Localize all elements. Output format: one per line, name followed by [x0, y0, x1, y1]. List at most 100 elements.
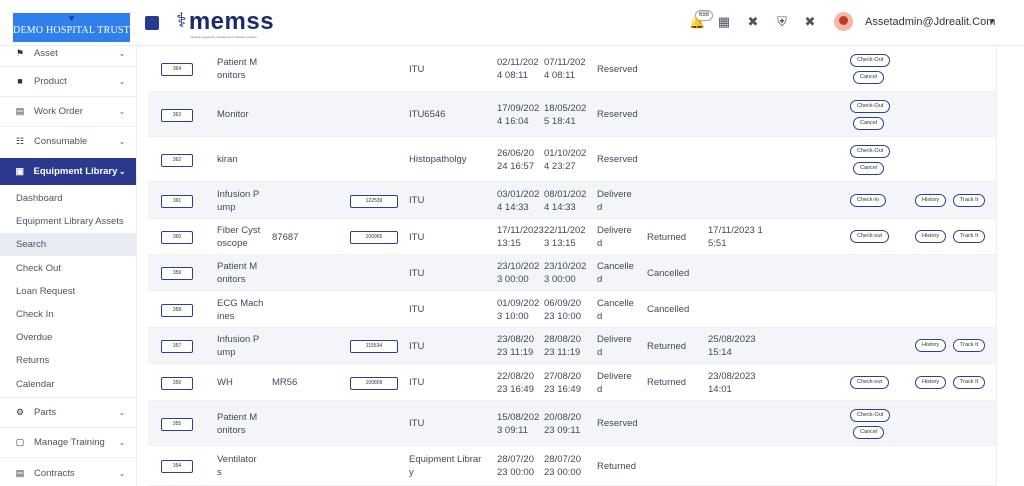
- sidebar-item-asset[interactable]: ⚑ Asset ⌄: [0, 46, 136, 63]
- track-it-button[interactable]: Track It: [953, 339, 986, 352]
- chevron-down-icon[interactable]: ▼: [988, 17, 996, 26]
- check-out-button[interactable]: Check-out: [850, 375, 890, 389]
- sidebar-item-equipment-library[interactable]: ▣ Equipment Library ⌄: [0, 158, 136, 185]
- row-id-box[interactable]: 363: [161, 108, 193, 122]
- history-button[interactable]: History: [915, 339, 947, 352]
- caduceus-icon: ⚕: [176, 10, 187, 32]
- table-row: 363 Monitor ITU6546 17/09/202 4 16:04 18/05/…: [148, 92, 996, 137]
- row-id-box[interactable]: 362: [161, 153, 193, 167]
- cell-status: Delivere d: [597, 188, 632, 213]
- brand-name: memss: [188, 8, 275, 35]
- cell-name: kiran: [217, 154, 238, 165]
- cell-returned: Cancelled: [647, 304, 690, 315]
- cell-status: Cancelle d: [597, 297, 634, 322]
- check-in-button[interactable]: Check-In: [850, 193, 887, 207]
- cancel-button[interactable]: Cancel: [853, 71, 885, 84]
- row-id-box[interactable]: 359: [161, 267, 193, 280]
- equipment-search-results-table: 364 Patient M onitors ITU 02/11/202 4 08:11…: [148, 46, 996, 486]
- subnav-overdue[interactable]: Overdue: [0, 326, 136, 349]
- cell-from: 15/08/202 3 09:11: [497, 411, 540, 436]
- cell-to: 06/09/20 23 10:00: [544, 297, 581, 322]
- cell-to: 23/10/202 3 00:00: [544, 261, 587, 285]
- cell-name: Fiber Cyst oscope: [217, 225, 261, 249]
- chevron-down-icon: ⌄: [118, 468, 126, 478]
- sidebar-item-label: Manage Training: [34, 436, 105, 448]
- user-avatar[interactable]: [834, 12, 853, 31]
- sidebar-item-manage-training[interactable]: ▢ Manage Training ⌄: [0, 431, 136, 453]
- serial-number-box[interactable]: 122539: [350, 194, 398, 208]
- serial-number-box[interactable]: 115534: [350, 340, 398, 353]
- tools-cross-icon[interactable]: ✖: [746, 15, 760, 29]
- sidebar-item-label: Product: [34, 75, 67, 87]
- row-id-box[interactable]: 356: [161, 376, 193, 390]
- subnav-check-in[interactable]: Check In: [0, 303, 136, 326]
- subnav-dashboard[interactable]: Dashboard: [0, 187, 136, 210]
- sidebar-item-label: Consumable: [34, 135, 88, 147]
- table-row: 362 kiran Histopatholgy 26/06/20 24 16:57 01…: [148, 137, 996, 182]
- check-out-button[interactable]: Check-Out: [850, 408, 891, 422]
- check-out-button[interactable]: Check-out: [850, 230, 890, 243]
- user-name[interactable]: Assetadmin@Jdrealit.Com: [865, 16, 995, 28]
- sidebar-item-work-order[interactable]: ▤ Work Order ⌄: [0, 100, 136, 122]
- cancel-button[interactable]: Cancel: [853, 161, 885, 175]
- cell-location: ITU: [409, 195, 425, 206]
- cell-returned: Cancelled: [647, 267, 690, 279]
- brand-logo: ⚕ memss medical equipment management sof…: [176, 8, 275, 40]
- track-it-button[interactable]: Track It: [953, 230, 986, 243]
- check-out-button[interactable]: Check-Out: [850, 54, 891, 67]
- subnav-equipment-library-assets[interactable]: Equipment Library Assets: [0, 210, 136, 233]
- history-button[interactable]: History: [915, 375, 947, 389]
- track-it-button[interactable]: Track It: [953, 193, 986, 207]
- table-row: 355 Patient M onitors ITU 15/08/202 3 09:11…: [148, 401, 996, 446]
- row-id-box[interactable]: 360: [161, 231, 193, 244]
- cell-location: ITU: [409, 340, 425, 352]
- row-id-box[interactable]: 354: [161, 460, 193, 473]
- cell-name: Infusion P ump: [217, 188, 260, 213]
- row-id-box[interactable]: 355: [161, 417, 193, 431]
- menu-toggle-button[interactable]: [145, 16, 159, 30]
- history-button[interactable]: History: [915, 230, 947, 243]
- clipboard-icon[interactable]: ▦: [717, 15, 731, 29]
- notification-count-badge[interactable]: 698: [695, 10, 714, 21]
- serial-number-box[interactable]: 100965: [350, 231, 398, 244]
- row-id-box[interactable]: 357: [161, 340, 193, 353]
- cell-to: 08/01/202 4 14:33: [544, 188, 587, 213]
- row-id-box[interactable]: 364: [161, 63, 193, 76]
- cell-from: 22/08/20 23 16:49: [497, 370, 534, 395]
- sidebar-item-parts[interactable]: ⚙ Parts ⌄: [0, 401, 136, 423]
- row-id-box[interactable]: 361: [161, 194, 193, 208]
- shield-icon[interactable]: ⛨: [775, 15, 789, 29]
- table-row: 358 ECG Mach ines ITU 01/09/202 3 10:00 06/0…: [148, 291, 996, 328]
- subnav-check-out[interactable]: Check Out: [0, 257, 136, 280]
- history-button[interactable]: History: [915, 193, 947, 207]
- cell-status: Reserved: [597, 154, 638, 165]
- hospital-logo[interactable]: ♥ DEMO HOSPITAL TRUST: [13, 13, 130, 42]
- training-icon: ▢: [15, 436, 25, 447]
- sidebar-item-label: Contracts: [34, 467, 75, 479]
- cancel-button[interactable]: Cancel: [853, 425, 885, 439]
- check-out-button[interactable]: Check-Out: [850, 144, 891, 158]
- sidebar-item-consumable[interactable]: ☷ Consumable ⌄: [0, 130, 136, 152]
- sidebar-item-label: Parts: [34, 406, 57, 418]
- row-id-box[interactable]: 358: [161, 303, 193, 317]
- brand-tagline: medical equipment management software so…: [190, 35, 257, 39]
- serial-number-box[interactable]: 100809: [350, 376, 398, 390]
- subnav-returns[interactable]: Returns: [0, 349, 136, 372]
- top-header: ♥ DEMO HOSPITAL TRUST ⚕ memss medical eq…: [0, 0, 1024, 46]
- contracts-icon: ▤: [15, 467, 25, 478]
- sidebar-item-product[interactable]: ■ Product ⌄: [0, 70, 136, 92]
- sidebar-item-contracts[interactable]: ▤ Contracts ⌄: [0, 462, 136, 484]
- cell-name: Ventilator s: [217, 454, 257, 478]
- cell-returned: Returned: [647, 231, 687, 243]
- subnav-search[interactable]: Search: [0, 233, 136, 256]
- cell-from: 26/06/20 24 16:57: [497, 147, 534, 172]
- check-out-button[interactable]: Check-Out: [850, 99, 891, 113]
- track-it-button[interactable]: Track It: [953, 375, 986, 389]
- cell-location: ITU6546: [409, 109, 446, 120]
- subnav-loan-request[interactable]: Loan Request: [0, 280, 136, 303]
- subnav-calendar[interactable]: Calendar: [0, 373, 136, 396]
- scrollbar-track[interactable]: [996, 46, 997, 486]
- wrench-cross-icon[interactable]: ✖: [803, 15, 817, 29]
- cancel-button[interactable]: Cancel: [853, 116, 885, 130]
- cell-model: MR56: [272, 377, 298, 388]
